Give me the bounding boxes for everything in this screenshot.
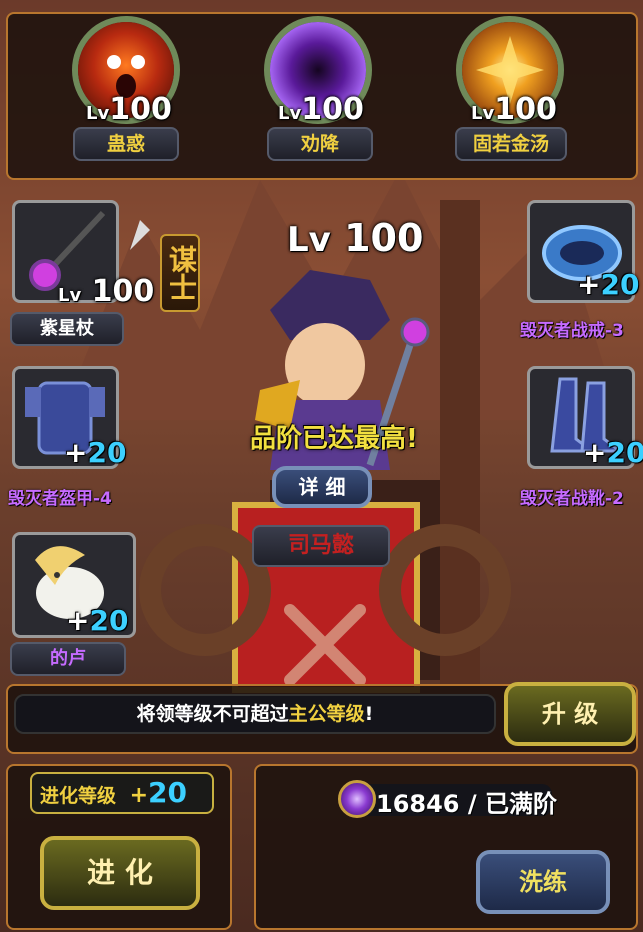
boots-bonus: +20	[583, 436, 643, 469]
hero-name: 司马懿	[287, 533, 354, 558]
skill-level-1: Lv100	[86, 92, 172, 127]
skill-name-1[interactable]: 蛊惑	[73, 127, 179, 161]
ring-name: 毁灭者战戒-3	[520, 321, 624, 341]
hero-name-plate: 司马懿	[252, 525, 390, 567]
hero-class-badge: 谋士	[160, 234, 200, 312]
boots-name: 毁灭者战靴-2	[520, 489, 624, 509]
max-rank-text: 品阶已达最高!	[250, 424, 418, 454]
mount-bonus: +20	[66, 604, 129, 637]
evolution-level-label: 进化等级 +20	[30, 772, 214, 814]
skill-name-3[interactable]: 固若金汤	[455, 127, 567, 161]
refine-amount: 16846 / 已满阶	[376, 790, 557, 818]
evolve-button[interactable]: 进 化	[40, 836, 200, 910]
skill-level-2: Lv100	[278, 92, 364, 127]
armor-name: 毁灭者盔甲-4	[8, 489, 112, 509]
level-message-bar: 将领等级不可超过主公等级!	[14, 694, 496, 734]
ring-bonus: +20	[577, 268, 640, 301]
upgrade-button[interactable]: 升 级	[504, 682, 636, 746]
detail-button[interactable]: 详 细	[272, 466, 372, 508]
mount-name-plate[interactable]: 的卢	[10, 642, 126, 676]
skill-name-2[interactable]: 劝降	[267, 127, 373, 161]
weapon-name[interactable]: 紫星杖	[10, 312, 124, 346]
purple-orb-icon	[338, 780, 376, 818]
weapon-level: Lv 100	[58, 274, 155, 309]
skill-level-3: Lv100	[471, 92, 557, 127]
armor-bonus: +20	[64, 436, 127, 469]
refine-button[interactable]: 洗练	[476, 850, 610, 914]
hero-level: Lv 100	[287, 216, 424, 260]
